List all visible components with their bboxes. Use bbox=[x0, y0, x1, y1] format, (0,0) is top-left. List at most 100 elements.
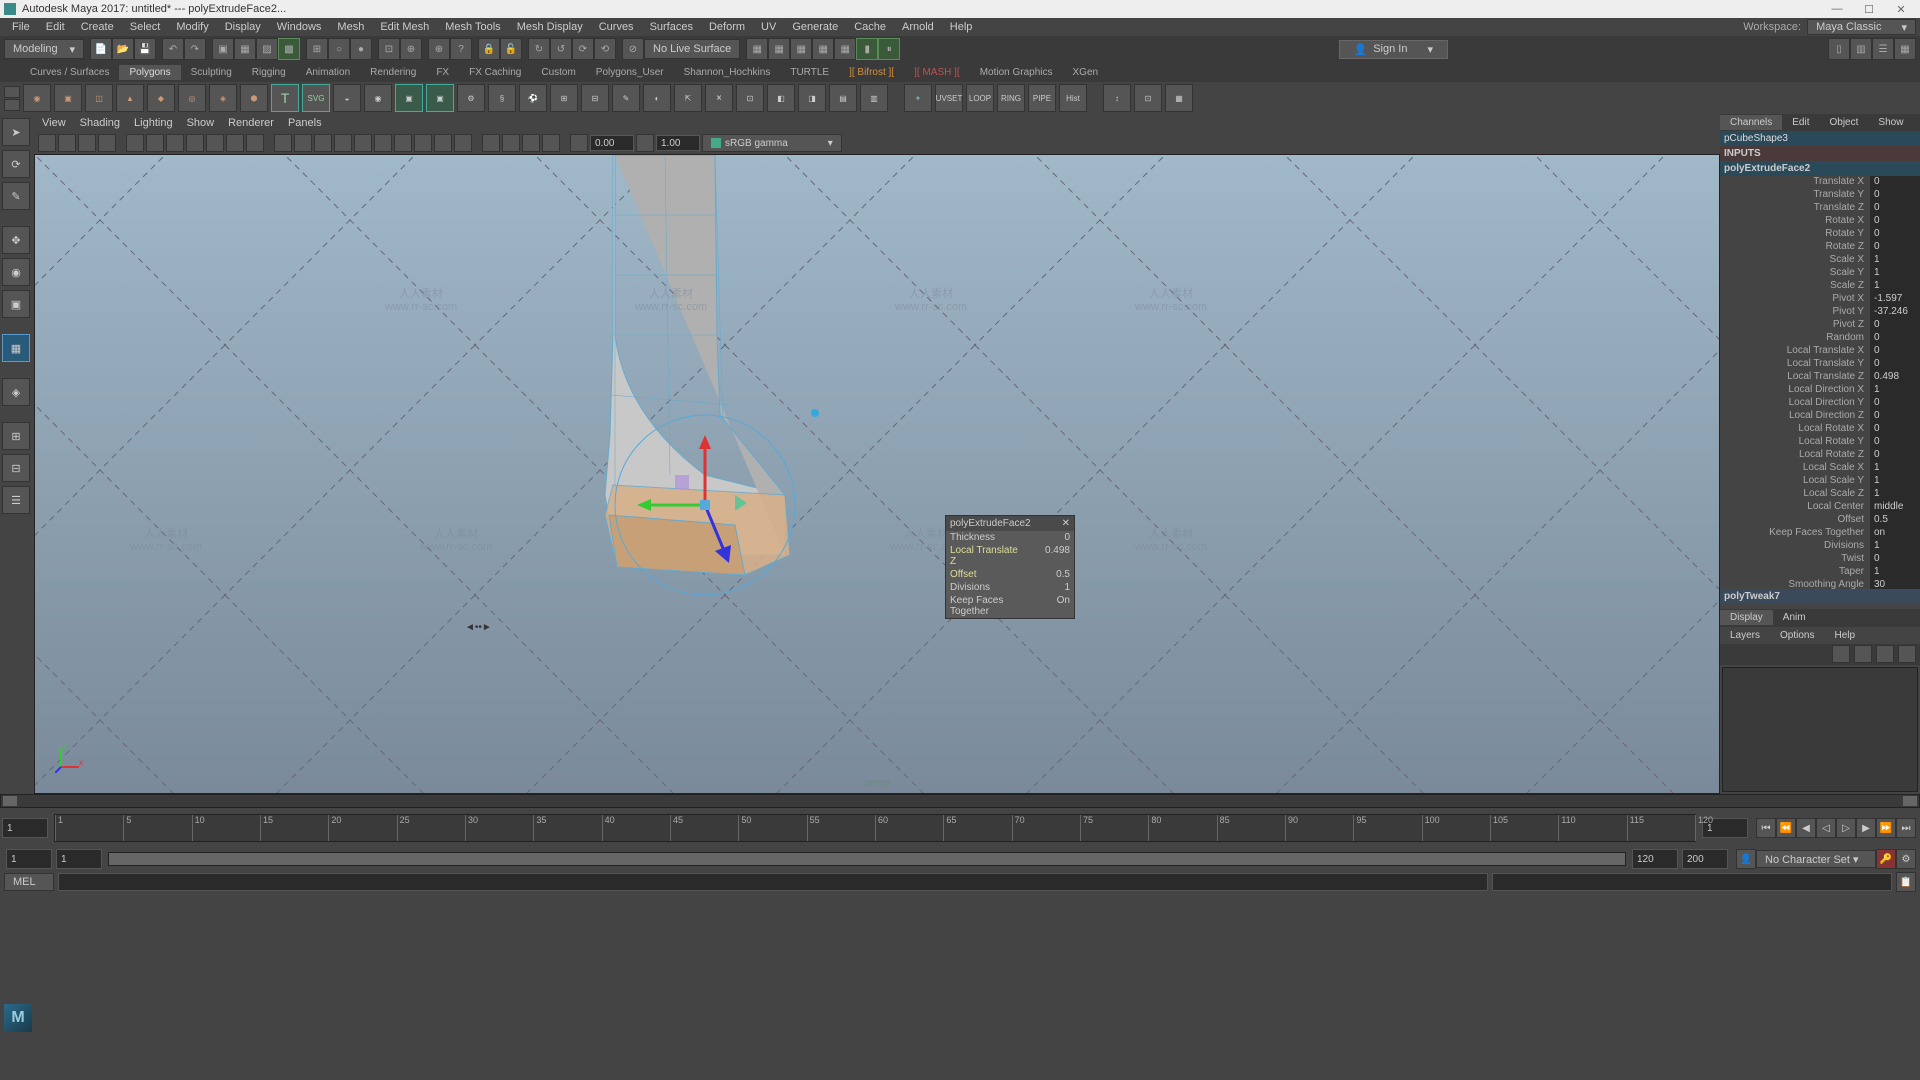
cb-tab-edit[interactable]: Edit bbox=[1782, 115, 1819, 130]
channel-row[interactable]: Translate Z0 bbox=[1720, 202, 1920, 215]
sign-in-button[interactable]: 👤 Sign In ▾ bbox=[1339, 40, 1448, 59]
channel-row[interactable]: Local Scale X1 bbox=[1720, 462, 1920, 475]
shelf-switch-down[interactable] bbox=[4, 99, 20, 111]
module-dropdown[interactable]: Modeling▾ bbox=[4, 39, 84, 59]
panel-layout3-icon[interactable]: ☰ bbox=[1872, 38, 1894, 60]
xray-icon[interactable] bbox=[502, 134, 520, 152]
channel-row[interactable]: Translate Y0 bbox=[1720, 189, 1920, 202]
camera-attr-icon[interactable] bbox=[58, 134, 76, 152]
panel-layout1-icon[interactable]: ▯ bbox=[1828, 38, 1850, 60]
uvset-icon[interactable]: UVSET bbox=[935, 84, 963, 112]
shelf-switch-up[interactable] bbox=[4, 86, 20, 98]
poly-cone-icon[interactable]: ▲ bbox=[116, 84, 144, 112]
channel-value[interactable]: 0 bbox=[1870, 189, 1920, 202]
channel-row[interactable]: Local Translate Z0.498 bbox=[1720, 371, 1920, 384]
anti-alias-icon[interactable] bbox=[454, 134, 472, 152]
channel-row[interactable]: Scale X1 bbox=[1720, 254, 1920, 267]
cb-tab-channels[interactable]: Channels bbox=[1720, 115, 1782, 130]
extrude-options-panel[interactable]: polyExtrudeFace2✕ Thickness0 Local Trans… bbox=[945, 515, 1075, 619]
last-tool-icon[interactable]: ▦ bbox=[2, 334, 30, 362]
scale-tool-icon[interactable]: ▣ bbox=[2, 290, 30, 318]
range-end-input[interactable] bbox=[1682, 849, 1728, 869]
channel-row[interactable]: Scale Y1 bbox=[1720, 267, 1920, 280]
make-live-icon[interactable]: ⊕ bbox=[400, 38, 422, 60]
lights-icon[interactable] bbox=[374, 134, 392, 152]
auto-key-icon[interactable]: 🔑 bbox=[1876, 849, 1896, 869]
ban-icon[interactable]: ⊘ bbox=[622, 38, 644, 60]
hist-icon[interactable]: Hist bbox=[1059, 84, 1087, 112]
channel-value[interactable]: 0 bbox=[1870, 176, 1920, 189]
channel-row[interactable]: Local Direction Z0 bbox=[1720, 410, 1920, 423]
film-gate-icon[interactable] bbox=[146, 134, 164, 152]
menu-modify[interactable]: Modify bbox=[168, 21, 216, 33]
step-back-key-icon[interactable]: ⏪ bbox=[1776, 818, 1796, 838]
sculpt-icon[interactable]: ✦ bbox=[904, 84, 932, 112]
refresh3-icon[interactable]: ⟳ bbox=[572, 38, 594, 60]
channel-value[interactable]: 0 bbox=[1870, 215, 1920, 228]
separate-icon[interactable]: ⊟ bbox=[581, 84, 609, 112]
camera-select-icon[interactable] bbox=[38, 134, 56, 152]
step-forward-key-icon[interactable]: ⏩ bbox=[1876, 818, 1896, 838]
wireframe-icon[interactable] bbox=[274, 134, 292, 152]
channel-value[interactable]: 0 bbox=[1870, 553, 1920, 566]
menu-cache[interactable]: Cache bbox=[846, 21, 894, 33]
lock-icon[interactable]: 🔒 bbox=[478, 38, 500, 60]
channel-value[interactable]: 1 bbox=[1870, 475, 1920, 488]
safe-title-icon[interactable] bbox=[246, 134, 264, 152]
cb-shape-name[interactable]: pCubeShape3 bbox=[1720, 131, 1920, 146]
channel-value[interactable]: 0 bbox=[1870, 397, 1920, 410]
menu-surfaces[interactable]: Surfaces bbox=[642, 21, 701, 33]
layer-new-selected-icon[interactable] bbox=[1898, 645, 1916, 663]
channel-row[interactable]: Taper1 bbox=[1720, 566, 1920, 579]
panel-lighting[interactable]: Lighting bbox=[134, 117, 173, 129]
poly-platonic-icon[interactable]: ◒ bbox=[333, 84, 361, 112]
wireframe-shaded-icon[interactable] bbox=[334, 134, 352, 152]
char-set-dropdown[interactable]: No Character Set ▾ bbox=[1756, 850, 1876, 868]
poly-sphere-icon[interactable]: ◉ bbox=[23, 84, 51, 112]
channel-value[interactable]: 0.498 bbox=[1870, 371, 1920, 384]
render5-icon[interactable]: ▦ bbox=[834, 38, 856, 60]
panel-renderer[interactable]: Renderer bbox=[228, 117, 274, 129]
paint-select-icon[interactable]: ✎ bbox=[2, 182, 30, 210]
channel-value[interactable]: 0 bbox=[1870, 436, 1920, 449]
refresh4-icon[interactable]: ⟲ bbox=[594, 38, 616, 60]
range-start-input[interactable] bbox=[6, 849, 52, 869]
gamma-dropdown[interactable]: sRGB gamma▾ bbox=[702, 134, 842, 152]
open-scene-icon[interactable]: 📂 bbox=[112, 38, 134, 60]
menu-uv[interactable]: UV bbox=[753, 21, 784, 33]
shelf-tab-animation[interactable]: Animation bbox=[296, 65, 360, 80]
menu-display[interactable]: Display bbox=[217, 21, 269, 33]
channel-value[interactable]: 1 bbox=[1870, 488, 1920, 501]
select-multi-icon[interactable]: ▩ bbox=[278, 38, 300, 60]
save-scene-icon[interactable]: 💾 bbox=[134, 38, 156, 60]
play-back-icon[interactable]: ◁ bbox=[1816, 818, 1836, 838]
play-forward-icon[interactable]: ▷ bbox=[1836, 818, 1856, 838]
shelf-tab-rigging[interactable]: Rigging bbox=[242, 65, 296, 80]
xray-joints-icon[interactable] bbox=[522, 134, 540, 152]
extrude-icon[interactable]: ⇱ bbox=[674, 84, 702, 112]
range-slider[interactable] bbox=[108, 852, 1626, 866]
layers-menu-options[interactable]: Options bbox=[1770, 628, 1824, 643]
channel-row[interactable]: Local Direction Y0 bbox=[1720, 397, 1920, 410]
select-hierarchy-icon[interactable]: ▣ bbox=[212, 38, 234, 60]
channel-value[interactable]: 0 bbox=[1870, 202, 1920, 215]
outliner-icon[interactable]: ☰ bbox=[2, 486, 30, 514]
panel-shading[interactable]: Shading bbox=[80, 117, 120, 129]
channel-row[interactable]: Rotate Z0 bbox=[1720, 241, 1920, 254]
channel-value[interactable]: 1 bbox=[1870, 280, 1920, 293]
channel-row[interactable]: Local Scale Y1 bbox=[1720, 475, 1920, 488]
panel-layout4-icon[interactable]: ▦ bbox=[1894, 38, 1916, 60]
append-icon[interactable]: ⊡ bbox=[736, 84, 764, 112]
poly-torus-icon[interactable]: ◎ bbox=[178, 84, 206, 112]
field-chart-icon[interactable] bbox=[206, 134, 224, 152]
shelf-tab-fx[interactable]: FX bbox=[426, 65, 459, 80]
live-surface-dropdown[interactable]: No Live Surface bbox=[644, 39, 740, 59]
menu-windows[interactable]: Windows bbox=[269, 21, 330, 33]
poly-cylinder-icon[interactable]: ◫ bbox=[85, 84, 113, 112]
bookmark-icon[interactable] bbox=[78, 134, 96, 152]
channel-row[interactable]: Local Scale Z1 bbox=[1720, 488, 1920, 501]
menu-create[interactable]: Create bbox=[73, 21, 122, 33]
shadows-icon[interactable] bbox=[394, 134, 412, 152]
poly-helix-icon[interactable]: § bbox=[488, 84, 516, 112]
close-button[interactable]: ✕ bbox=[1886, 2, 1916, 16]
